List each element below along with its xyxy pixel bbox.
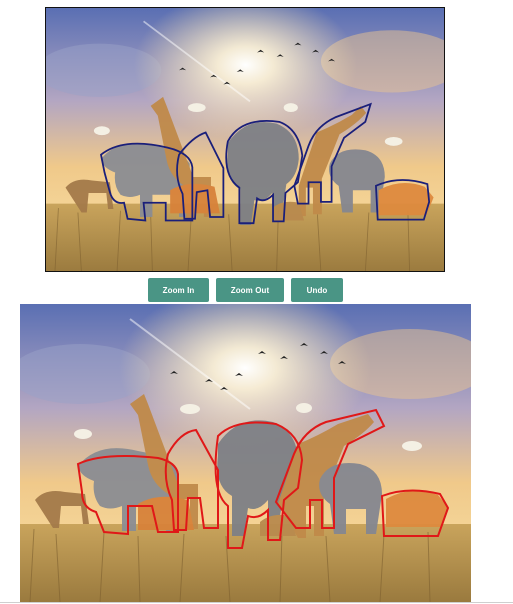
top-image-canvas[interactable] [45,7,445,272]
savanna-scene-top [46,8,444,271]
zoom-in-button[interactable]: Zoom In [148,278,209,302]
undo-button[interactable]: Undo [291,278,343,302]
annotation-workspace: Zoom In Zoom Out Undo [0,0,513,604]
zoom-out-button[interactable]: Zoom Out [216,278,284,302]
bottom-image-canvas[interactable] [20,304,471,602]
page-divider [0,602,513,603]
savanna-scene-bottom [20,304,471,602]
zoom-toolbar: Zoom In Zoom Out Undo [0,278,513,302]
